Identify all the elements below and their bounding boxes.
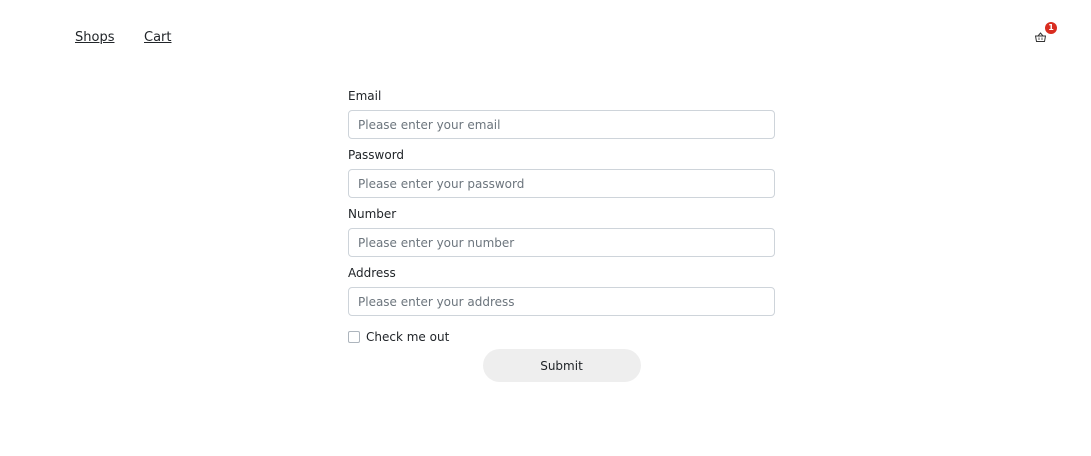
address-group: Address xyxy=(348,265,775,316)
nav-link-shops[interactable]: Shops xyxy=(75,30,114,46)
submit-button[interactable]: Submit xyxy=(482,349,641,382)
email-group: Email xyxy=(348,88,775,139)
number-label: Number xyxy=(348,207,397,221)
email-label: Email xyxy=(348,89,382,103)
password-group: Password xyxy=(348,147,775,198)
password-input[interactable] xyxy=(348,169,775,198)
address-label: Address xyxy=(348,266,396,280)
check-me-out-row: Check me out xyxy=(348,329,775,345)
number-input[interactable] xyxy=(348,228,775,257)
password-label: Password xyxy=(348,148,405,162)
cart-count-badge: 1 xyxy=(1045,22,1057,34)
signup-form: Email Password Number Address Check me o… xyxy=(348,88,775,382)
check-me-out-label[interactable]: Check me out xyxy=(366,330,449,344)
check-me-out-checkbox[interactable] xyxy=(348,331,360,343)
number-group: Number xyxy=(348,206,775,257)
page: Shops Cart 1 Email Password Number Addre… xyxy=(0,0,1091,456)
basket-icon xyxy=(1035,32,1046,42)
nav-link-cart[interactable]: Cart xyxy=(144,30,172,46)
cart-button[interactable]: 1 xyxy=(1034,22,1057,46)
email-input[interactable] xyxy=(348,110,775,139)
address-input[interactable] xyxy=(348,287,775,316)
